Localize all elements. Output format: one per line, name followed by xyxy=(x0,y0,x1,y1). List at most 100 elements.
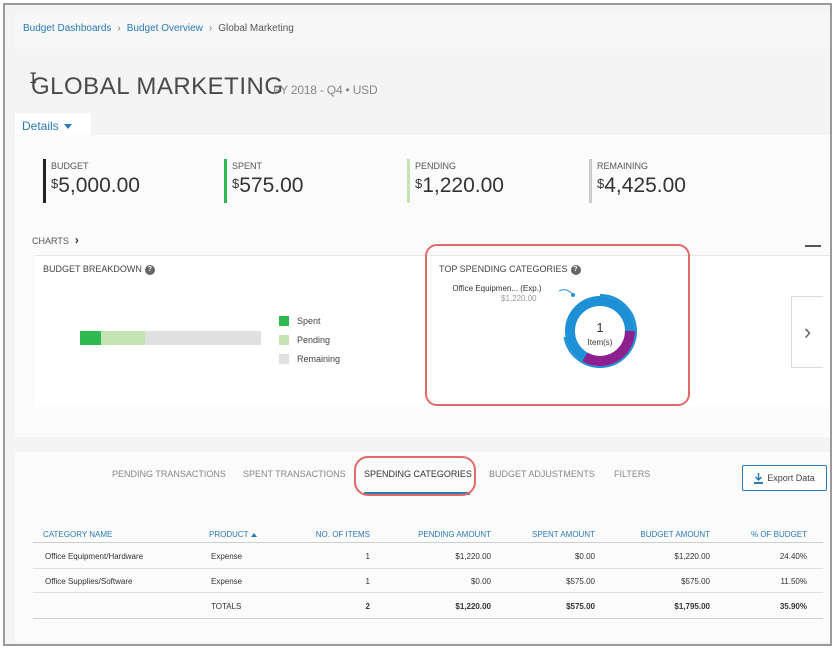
breadcrumb-bar: Budget Dashboards › Budget Overview › Global… xyxy=(15,13,830,49)
total-percent: 35.90% xyxy=(779,602,807,611)
legend-swatch xyxy=(279,334,289,345)
caret-down-icon xyxy=(63,124,72,130)
col-header-pending[interactable]: PENDING AMOUNT xyxy=(405,530,491,539)
page-title: GLOBAL MARKETING xyxy=(31,73,284,100)
export-data-button[interactable]: Export Data xyxy=(742,465,827,491)
kpi-currency: $ xyxy=(232,176,240,191)
kpi-amount: $1,220.00 xyxy=(415,174,504,198)
cell-pending: $1,220.00 xyxy=(455,552,491,561)
details-label: Details xyxy=(22,119,59,133)
legend-item-pending: Pending xyxy=(279,330,340,349)
kpi-value: 1,220.00 xyxy=(422,174,504,197)
row-divider xyxy=(33,568,823,569)
highlight-spending-categories-tab xyxy=(354,456,476,496)
kpi-value: 4,425.00 xyxy=(604,174,686,197)
kpi-remaining: REMAINING $4,425.00 xyxy=(589,159,686,203)
kpi-indicator xyxy=(43,159,46,203)
col-header-product[interactable]: PRODUCT xyxy=(209,530,257,539)
cell-percent: 11.50% xyxy=(780,577,807,586)
budget-breakdown-bar xyxy=(80,331,261,345)
kpi-label: PENDING xyxy=(415,161,457,171)
cell-category: Office Supplies/Software xyxy=(45,577,133,586)
kpi-amount: $575.00 xyxy=(232,174,303,198)
cell-items: 1 xyxy=(365,552,370,561)
cell-product: Expense xyxy=(211,552,243,561)
cell-category: Office Equipment/Hardware xyxy=(45,552,144,561)
kpi-label: BUDGET xyxy=(51,161,89,171)
cell-spent: $0.00 xyxy=(574,552,595,561)
col-header-product-label: PRODUCT xyxy=(209,530,249,539)
cell-pending: $0.00 xyxy=(470,577,491,586)
kpi-indicator xyxy=(589,159,592,203)
help-icon[interactable]: ? xyxy=(144,264,155,275)
totals-label: TOTALS xyxy=(211,602,242,611)
cell-items: 1 xyxy=(365,577,370,586)
breadcrumb-separator: › xyxy=(117,23,121,34)
kpi-value: 575.00 xyxy=(239,174,304,197)
details-toggle[interactable]: Details xyxy=(22,119,72,133)
col-header-spent[interactable]: SPENT AMOUNT xyxy=(515,530,595,539)
total-pending: $1,220.00 xyxy=(455,602,491,611)
kpi-spent: SPENT $575.00 xyxy=(224,159,303,203)
chevron-right-icon: › xyxy=(74,233,79,247)
kpi-amount: $4,425.00 xyxy=(597,174,686,198)
kpi-label: REMAINING xyxy=(597,161,649,171)
page-subtitle: FY 2018 - Q4 • USD xyxy=(273,83,378,97)
legend-swatch xyxy=(279,315,289,326)
cell-spent: $575.00 xyxy=(566,577,595,586)
tab-budget-adjustments[interactable]: BUDGET ADJUSTMENTS xyxy=(489,469,595,479)
legend-swatch xyxy=(279,353,289,364)
app-window: Budget Dashboards › Budget Overview › Global… xyxy=(3,3,832,646)
cell-budget: $1,220.00 xyxy=(674,552,710,561)
budget-breakdown-title: BUDGET BREAKDOWN? xyxy=(43,264,155,275)
sort-asc-icon xyxy=(250,532,257,537)
legend-item-spent: Spent xyxy=(279,311,340,330)
col-header-items[interactable]: NO. OF ITEMS xyxy=(313,530,370,539)
highlight-top-spending xyxy=(425,244,690,406)
pending-segment xyxy=(100,331,145,345)
kpi-indicator xyxy=(407,159,410,203)
total-items: 2 xyxy=(365,602,370,611)
kpi-currency: $ xyxy=(597,176,605,191)
row-divider xyxy=(33,592,823,593)
legend-label: Spent xyxy=(297,315,321,326)
breadcrumb-budget-dashboards[interactable]: Budget Dashboards xyxy=(23,23,111,34)
totals-divider xyxy=(33,618,823,619)
col-header-percent[interactable]: % OF BUDGET xyxy=(735,530,807,539)
export-label: Export Data xyxy=(767,473,815,483)
tab-filters[interactable]: FILTERS xyxy=(614,469,650,479)
spent-segment xyxy=(80,331,101,345)
col-header-budget[interactable]: BUDGET AMOUNT xyxy=(625,530,710,539)
charts-toggle[interactable]: CHARTS › xyxy=(32,233,79,247)
total-spent: $575.00 xyxy=(566,602,595,611)
budget-breakdown-label: BUDGET BREAKDOWN xyxy=(43,264,142,274)
kpi-budget: BUDGET $5,000.00 xyxy=(43,159,140,203)
kpi-indicator xyxy=(224,159,227,203)
cell-budget: $575.00 xyxy=(681,577,710,586)
legend-label: Remaining xyxy=(297,353,341,364)
total-budget: $1,795.00 xyxy=(674,602,710,611)
kpi-amount: $5,000.00 xyxy=(51,174,140,198)
charts-label: CHARTS xyxy=(32,236,69,246)
table-header-divider xyxy=(33,542,823,543)
kpi-currency: $ xyxy=(51,176,59,191)
collapse-handle-icon[interactable] xyxy=(805,245,821,247)
kpi-currency: $ xyxy=(415,176,423,191)
cell-product: Expense xyxy=(211,577,243,586)
legend-item-remaining: Remaining xyxy=(279,349,340,368)
breadcrumb-separator: › xyxy=(208,23,213,34)
breadcrumb: Budget Dashboards › Budget Overview › Global… xyxy=(23,23,294,34)
download-icon xyxy=(754,472,764,484)
breadcrumb-current: Global Marketing xyxy=(218,23,294,34)
breadcrumb-budget-overview[interactable]: Budget Overview xyxy=(127,23,203,34)
chevron-right-icon[interactable]: › xyxy=(791,296,823,368)
kpi-pending: PENDING $1,220.00 xyxy=(407,159,504,203)
budget-breakdown-legend: Spent Pending Remaining xyxy=(279,311,340,368)
summary-section: BUDGET $5,000.00 SPENT $575.00 PENDING $… xyxy=(15,135,830,437)
tab-pending-transactions[interactable]: PENDING TRANSACTIONS xyxy=(112,469,226,479)
cell-percent: 24.40% xyxy=(779,552,807,561)
legend-label: Pending xyxy=(297,334,331,345)
col-header-category[interactable]: CATEGORY NAME xyxy=(43,530,112,539)
kpi-label: SPENT xyxy=(232,161,263,171)
tab-spent-transactions[interactable]: SPENT TRANSACTIONS xyxy=(243,469,346,479)
